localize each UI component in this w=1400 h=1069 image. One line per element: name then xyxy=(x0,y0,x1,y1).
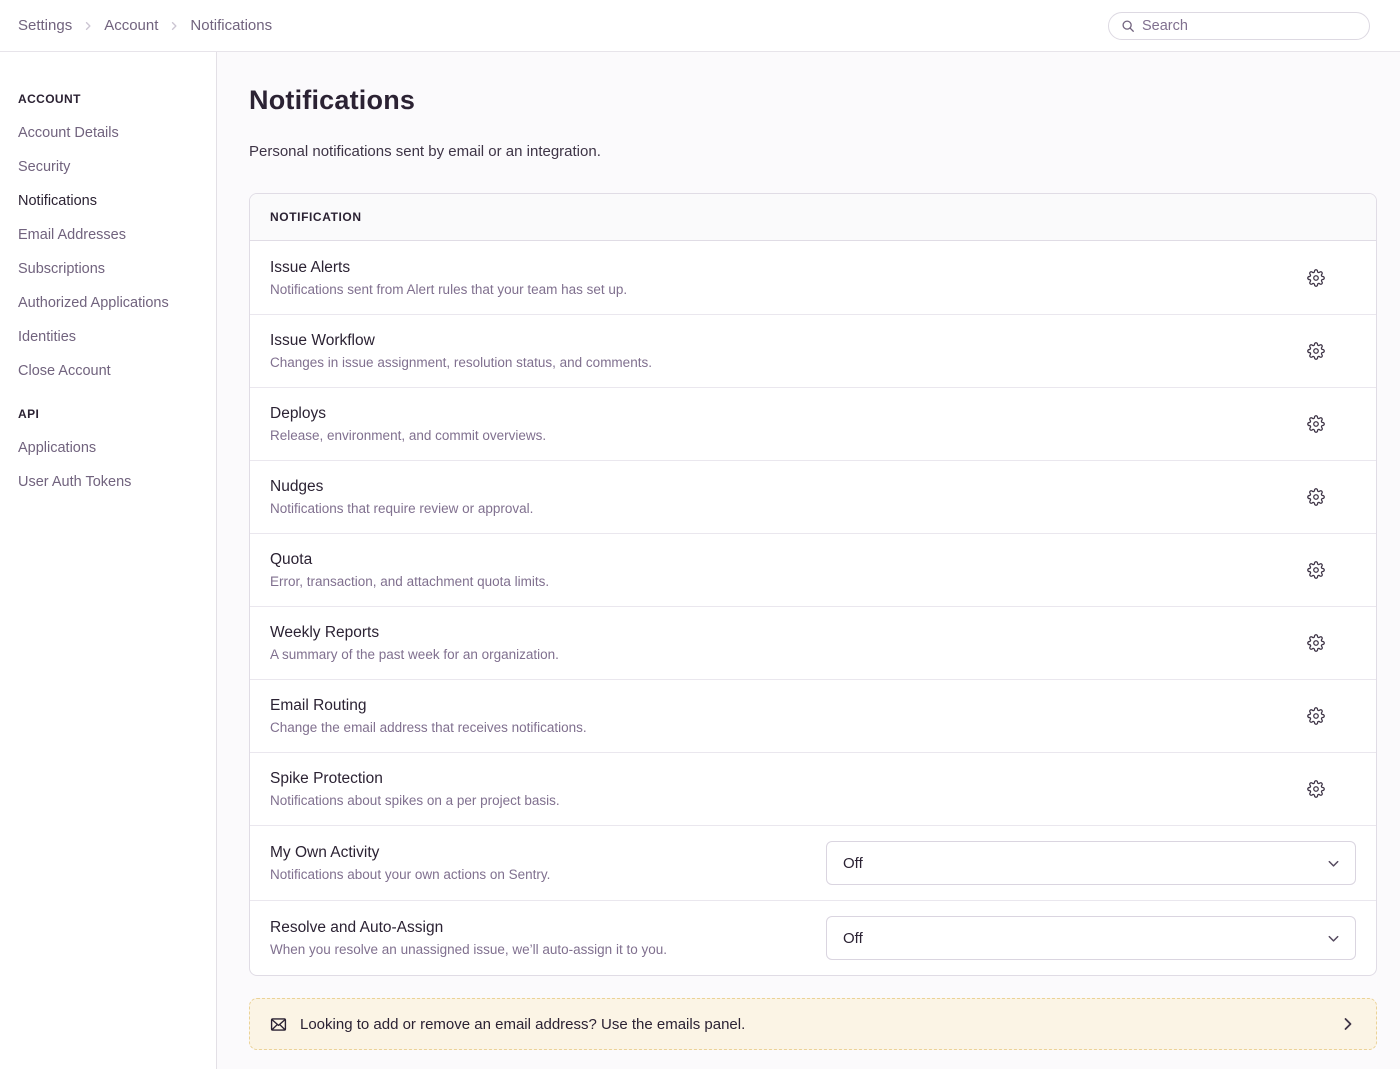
row-title: Resolve and Auto-Assign xyxy=(270,919,667,937)
row-title: Spike Protection xyxy=(270,770,560,788)
row-title: Quota xyxy=(270,551,549,569)
gear-icon xyxy=(1307,415,1325,433)
settings-sidebar: ACCOUNT Account Details Security Notific… xyxy=(0,52,217,1069)
email-routing-settings-button[interactable] xyxy=(1299,699,1333,733)
row-text: Resolve and Auto-Assign When you resolve… xyxy=(270,919,667,957)
chevron-right-icon xyxy=(168,20,180,32)
breadcrumb-notifications[interactable]: Notifications xyxy=(190,17,272,34)
top-bar: Settings Account Notifications xyxy=(0,0,1400,52)
row-description: Release, environment, and commit overvie… xyxy=(270,428,546,443)
nudges-settings-button[interactable] xyxy=(1299,480,1333,514)
resolve-auto-assign-select[interactable]: Off xyxy=(826,916,1356,960)
sidebar-item-authorized-applications[interactable]: Authorized Applications xyxy=(18,295,200,311)
row-my-own-activity: My Own Activity Notifications about your… xyxy=(250,825,1376,900)
row-description: Change the email address that receives n… xyxy=(270,720,587,735)
row-description: Notifications sent from Alert rules that… xyxy=(270,282,627,297)
gear-icon xyxy=(1307,634,1325,652)
gear-icon xyxy=(1307,342,1325,360)
emails-panel-banner[interactable]: Looking to add or remove an email addres… xyxy=(249,998,1377,1050)
issue-workflow-settings-button[interactable] xyxy=(1299,334,1333,368)
row-title: Deploys xyxy=(270,405,546,423)
sidebar-item-close-account[interactable]: Close Account xyxy=(18,363,200,379)
select-value: Off xyxy=(843,930,863,947)
row-quota: Quota Error, transaction, and attachment… xyxy=(250,533,1376,606)
row-description: Changes in issue assignment, resolution … xyxy=(270,355,652,370)
sidebar-item-notifications[interactable]: Notifications xyxy=(18,193,200,209)
sidebar-item-identities[interactable]: Identities xyxy=(18,329,200,345)
gear-icon xyxy=(1307,488,1325,506)
sidebar-item-account-details[interactable]: Account Details xyxy=(18,125,200,141)
row-text: Email Routing Change the email address t… xyxy=(270,697,587,735)
search-icon xyxy=(1121,19,1135,33)
row-text: Spike Protection Notifications about spi… xyxy=(270,770,560,808)
chevron-down-icon xyxy=(1326,931,1341,946)
row-description: Notifications about spikes on a per proj… xyxy=(270,793,560,808)
breadcrumb-account[interactable]: Account xyxy=(104,17,158,34)
row-text: Deploys Release, environment, and commit… xyxy=(270,405,546,443)
mail-icon xyxy=(270,1016,287,1033)
sidebar-item-security[interactable]: Security xyxy=(18,159,200,175)
page-title: Notifications xyxy=(249,85,1377,116)
row-description: Error, transaction, and attachment quota… xyxy=(270,574,549,589)
row-nudges: Nudges Notifications that require review… xyxy=(250,460,1376,533)
my-own-activity-select[interactable]: Off xyxy=(826,841,1356,885)
breadcrumb: Settings Account Notifications xyxy=(18,17,272,34)
sidebar-section-account: ACCOUNT xyxy=(18,92,200,106)
row-title: Weekly Reports xyxy=(270,624,559,642)
search-box[interactable] xyxy=(1108,12,1370,40)
issue-alerts-settings-button[interactable] xyxy=(1299,261,1333,295)
row-text: Weekly Reports A summary of the past wee… xyxy=(270,624,559,662)
sidebar-item-applications[interactable]: Applications xyxy=(18,440,200,456)
row-spike-protection: Spike Protection Notifications about spi… xyxy=(250,752,1376,825)
row-description: When you resolve an unassigned issue, we… xyxy=(270,942,667,957)
sidebar-item-email-addresses[interactable]: Email Addresses xyxy=(18,227,200,243)
row-description: Notifications that require review or app… xyxy=(270,501,533,516)
search-input[interactable] xyxy=(1142,18,1357,34)
row-title: Nudges xyxy=(270,478,533,496)
row-text: Quota Error, transaction, and attachment… xyxy=(270,551,549,589)
row-resolve-auto-assign: Resolve and Auto-Assign When you resolve… xyxy=(250,900,1376,975)
gear-icon xyxy=(1307,780,1325,798)
panel-header: NOTIFICATION xyxy=(250,194,1376,241)
row-title: Issue Workflow xyxy=(270,332,652,350)
row-title: Email Routing xyxy=(270,697,587,715)
row-title: My Own Activity xyxy=(270,844,550,862)
quota-settings-button[interactable] xyxy=(1299,553,1333,587)
row-email-routing: Email Routing Change the email address t… xyxy=(250,679,1376,752)
gear-icon xyxy=(1307,561,1325,579)
select-value: Off xyxy=(843,855,863,872)
page-body: ACCOUNT Account Details Security Notific… xyxy=(0,52,1400,1069)
row-text: My Own Activity Notifications about your… xyxy=(270,844,550,882)
row-deploys: Deploys Release, environment, and commit… xyxy=(250,387,1376,460)
weekly-reports-settings-button[interactable] xyxy=(1299,626,1333,660)
chevron-right-icon xyxy=(1340,1016,1356,1032)
spike-protection-settings-button[interactable] xyxy=(1299,772,1333,806)
row-issue-alerts: Issue Alerts Notifications sent from Ale… xyxy=(250,241,1376,314)
row-description: Notifications about your own actions on … xyxy=(270,867,550,882)
gear-icon xyxy=(1307,707,1325,725)
deploys-settings-button[interactable] xyxy=(1299,407,1333,441)
row-title: Issue Alerts xyxy=(270,259,627,277)
sidebar-item-user-auth-tokens[interactable]: User Auth Tokens xyxy=(18,474,200,490)
row-text: Issue Workflow Changes in issue assignme… xyxy=(270,332,652,370)
notifications-panel: NOTIFICATION Issue Alerts Notifications … xyxy=(249,193,1377,976)
gear-icon xyxy=(1307,269,1325,287)
row-text: Issue Alerts Notifications sent from Ale… xyxy=(270,259,627,297)
row-issue-workflow: Issue Workflow Changes in issue assignme… xyxy=(250,314,1376,387)
page-description: Personal notifications sent by email or … xyxy=(249,143,1377,160)
row-description: A summary of the past week for an organi… xyxy=(270,647,559,662)
breadcrumb-settings[interactable]: Settings xyxy=(18,17,72,34)
sidebar-item-subscriptions[interactable]: Subscriptions xyxy=(18,261,200,277)
chevron-right-icon xyxy=(82,20,94,32)
sidebar-section-api: API xyxy=(18,407,200,421)
chevron-down-icon xyxy=(1326,856,1341,871)
banner-text: Looking to add or remove an email addres… xyxy=(300,1016,1327,1033)
main-content: Notifications Personal notifications sen… xyxy=(217,52,1400,1069)
row-weekly-reports: Weekly Reports A summary of the past wee… xyxy=(250,606,1376,679)
row-text: Nudges Notifications that require review… xyxy=(270,478,533,516)
